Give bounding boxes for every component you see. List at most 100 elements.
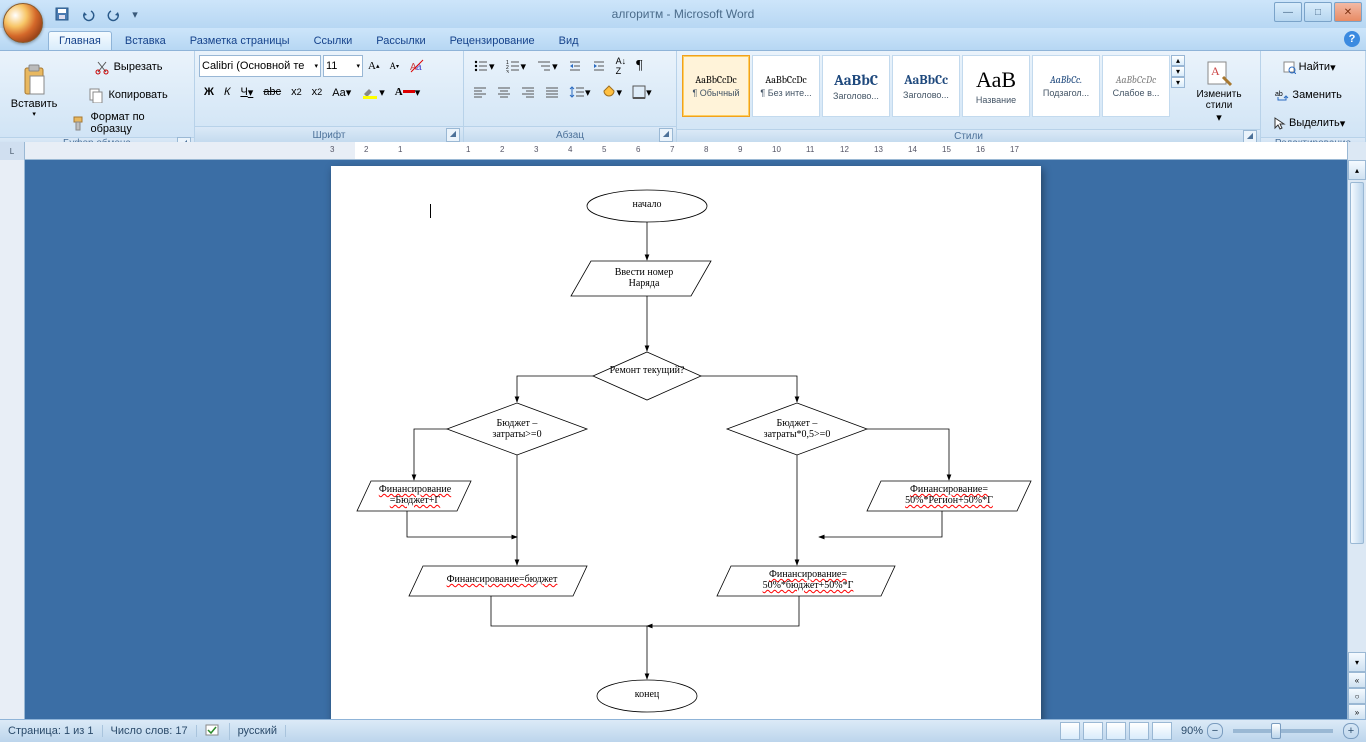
minimize-button[interactable]: —: [1274, 2, 1302, 22]
sort-button[interactable]: A↓Z: [612, 54, 631, 78]
numbering-button[interactable]: 123▾: [501, 57, 531, 75]
view-full-screen-button[interactable]: [1083, 722, 1103, 740]
subscript-button[interactable]: x2: [287, 84, 306, 100]
svg-text:ab: ab: [1275, 91, 1283, 98]
style-item-0[interactable]: AaBbCcDc¶ Обычный: [682, 55, 750, 117]
tab-review[interactable]: Рецензирование: [439, 31, 546, 50]
ruler-corner[interactable]: L: [0, 142, 25, 161]
status-page[interactable]: Страница: 1 из 1: [0, 725, 103, 737]
scroll-thumb[interactable]: [1350, 182, 1364, 544]
style-item-5[interactable]: AaBbCc.Подзагол...: [1032, 55, 1100, 117]
zoom-slider-thumb[interactable]: [1271, 723, 1281, 739]
group-font: Calibri (Основной те▾ 11▾ A▴ A▾ Aa Ж К Ч…: [195, 51, 464, 143]
status-word-count[interactable]: Число слов: 17: [103, 725, 197, 737]
vertical-ruler[interactable]: [0, 160, 25, 720]
font-name-combo[interactable]: Calibri (Основной те▾: [199, 55, 321, 77]
font-size-combo[interactable]: 11▾: [323, 55, 363, 77]
zoom-in-button[interactable]: +: [1343, 723, 1359, 739]
paste-button[interactable]: Вставить▾: [5, 54, 63, 128]
scroll-down-button[interactable]: ▾: [1348, 652, 1366, 672]
style-item-3[interactable]: AaBbCcЗаголово...: [892, 55, 960, 117]
font-launcher[interactable]: ◢: [446, 128, 460, 142]
browse-object-button[interactable]: ○: [1348, 688, 1366, 704]
qat-undo-button[interactable]: [76, 2, 100, 26]
view-outline-button[interactable]: [1129, 722, 1149, 740]
justify-button[interactable]: [541, 84, 563, 100]
ribbon-tabs: Главная Вставка Разметка страницы Ссылки…: [0, 28, 1366, 51]
change-styles-button[interactable]: A Изменить стили▾: [1186, 54, 1252, 128]
tab-view[interactable]: Вид: [548, 31, 590, 50]
horizontal-ruler[interactable]: 3211234567891011121314151617: [25, 142, 1347, 160]
qat-customize-button[interactable]: ▾: [128, 2, 142, 26]
decrease-indent-button[interactable]: [564, 57, 586, 75]
format-painter-button[interactable]: Формат по образцу: [67, 110, 189, 136]
vertical-scrollbar[interactable]: ▴ ▾ « ○ »: [1347, 160, 1366, 720]
show-marks-button[interactable]: ¶: [632, 56, 646, 76]
close-button[interactable]: ✕: [1334, 2, 1362, 22]
scroll-up-button[interactable]: ▴: [1348, 160, 1366, 180]
tab-insert[interactable]: Вставка: [114, 31, 177, 50]
align-center-button[interactable]: [493, 84, 515, 100]
view-web-layout-button[interactable]: [1106, 722, 1126, 740]
office-button[interactable]: [3, 3, 43, 43]
help-button[interactable]: ?: [1344, 31, 1360, 47]
scroll-track[interactable]: [1348, 180, 1366, 652]
group-styles: AaBbCcDc¶ ОбычныйAaBbCcDc¶ Без инте...Aa…: [677, 51, 1261, 143]
qat-save-button[interactable]: [50, 2, 74, 26]
increase-indent-button[interactable]: [588, 57, 610, 75]
paragraph-launcher[interactable]: ◢: [659, 128, 673, 142]
style-item-1[interactable]: AaBbCcDc¶ Без инте...: [752, 55, 820, 117]
grow-font-button[interactable]: A▴: [364, 58, 383, 74]
align-right-button[interactable]: [517, 84, 539, 100]
zoom-out-button[interactable]: −: [1207, 723, 1223, 739]
bullets-button[interactable]: ▾: [469, 57, 499, 75]
tab-mailings[interactable]: Рассылки: [365, 31, 436, 50]
shrink-font-button[interactable]: A▾: [385, 59, 403, 73]
horizontal-ruler-bar: L 3211234567891011121314151617: [0, 142, 1366, 160]
multilevel-button[interactable]: ▾: [532, 57, 562, 75]
copy-button[interactable]: Копировать: [67, 82, 189, 108]
strikethrough-button[interactable]: abc: [259, 84, 285, 100]
maximize-button[interactable]: □: [1304, 2, 1332, 22]
qat-redo-button[interactable]: [102, 2, 126, 26]
borders-button[interactable]: ▾: [628, 83, 656, 101]
prev-page-button[interactable]: «: [1348, 672, 1366, 688]
align-left-button[interactable]: [469, 84, 491, 100]
font-color-button[interactable]: A▾: [391, 84, 424, 101]
window-title: алгоритм - Microsoft Word: [0, 7, 1366, 21]
zoom-slider[interactable]: [1233, 729, 1333, 733]
highlight-button[interactable]: ▾: [357, 82, 389, 102]
page[interactable]: начало Ввести номер Наряда Ремонт текущи…: [331, 166, 1041, 720]
svg-text:A: A: [1211, 64, 1220, 78]
tab-references[interactable]: Ссылки: [303, 31, 364, 50]
next-page-button[interactable]: »: [1348, 704, 1366, 720]
tab-home[interactable]: Главная: [48, 31, 112, 50]
clear-formatting-button[interactable]: Aa: [405, 56, 429, 76]
view-draft-button[interactable]: [1152, 722, 1172, 740]
replace-button[interactable]: abЗаменить: [1268, 82, 1349, 108]
status-bar: Страница: 1 из 1 Число слов: 17 русский …: [0, 719, 1366, 742]
find-button[interactable]: Найти▾: [1268, 54, 1349, 80]
shading-button[interactable]: ▾: [597, 83, 627, 101]
bold-button[interactable]: Ж: [200, 84, 218, 100]
line-spacing-button[interactable]: ▾: [565, 83, 595, 101]
cut-button[interactable]: Вырезать: [67, 54, 189, 80]
view-print-layout-button[interactable]: [1060, 722, 1080, 740]
styles-gallery-nav: ▴ ▾ ▾: [1171, 55, 1185, 88]
document-area[interactable]: начало Ввести номер Наряда Ремонт текущи…: [25, 160, 1347, 720]
gallery-down-button[interactable]: ▾: [1171, 66, 1185, 77]
underline-button[interactable]: Ч▾: [236, 84, 257, 101]
style-item-6[interactable]: AaBbCcDcСлабое в...: [1102, 55, 1170, 117]
gallery-up-button[interactable]: ▴: [1171, 55, 1185, 66]
select-button[interactable]: Выделить▾: [1268, 110, 1349, 136]
style-item-2[interactable]: AaBbCЗаголово...: [822, 55, 890, 117]
status-spellcheck[interactable]: [197, 723, 230, 740]
style-item-4[interactable]: АаВНазвание: [962, 55, 1030, 117]
italic-button[interactable]: К: [220, 84, 234, 100]
change-case-button[interactable]: Aa▾: [328, 84, 355, 101]
superscript-button[interactable]: x2: [308, 84, 327, 100]
tab-page-layout[interactable]: Разметка страницы: [179, 31, 301, 50]
gallery-more-button[interactable]: ▾: [1171, 77, 1185, 88]
status-language[interactable]: русский: [230, 725, 286, 737]
zoom-level[interactable]: 90%: [1181, 725, 1203, 737]
